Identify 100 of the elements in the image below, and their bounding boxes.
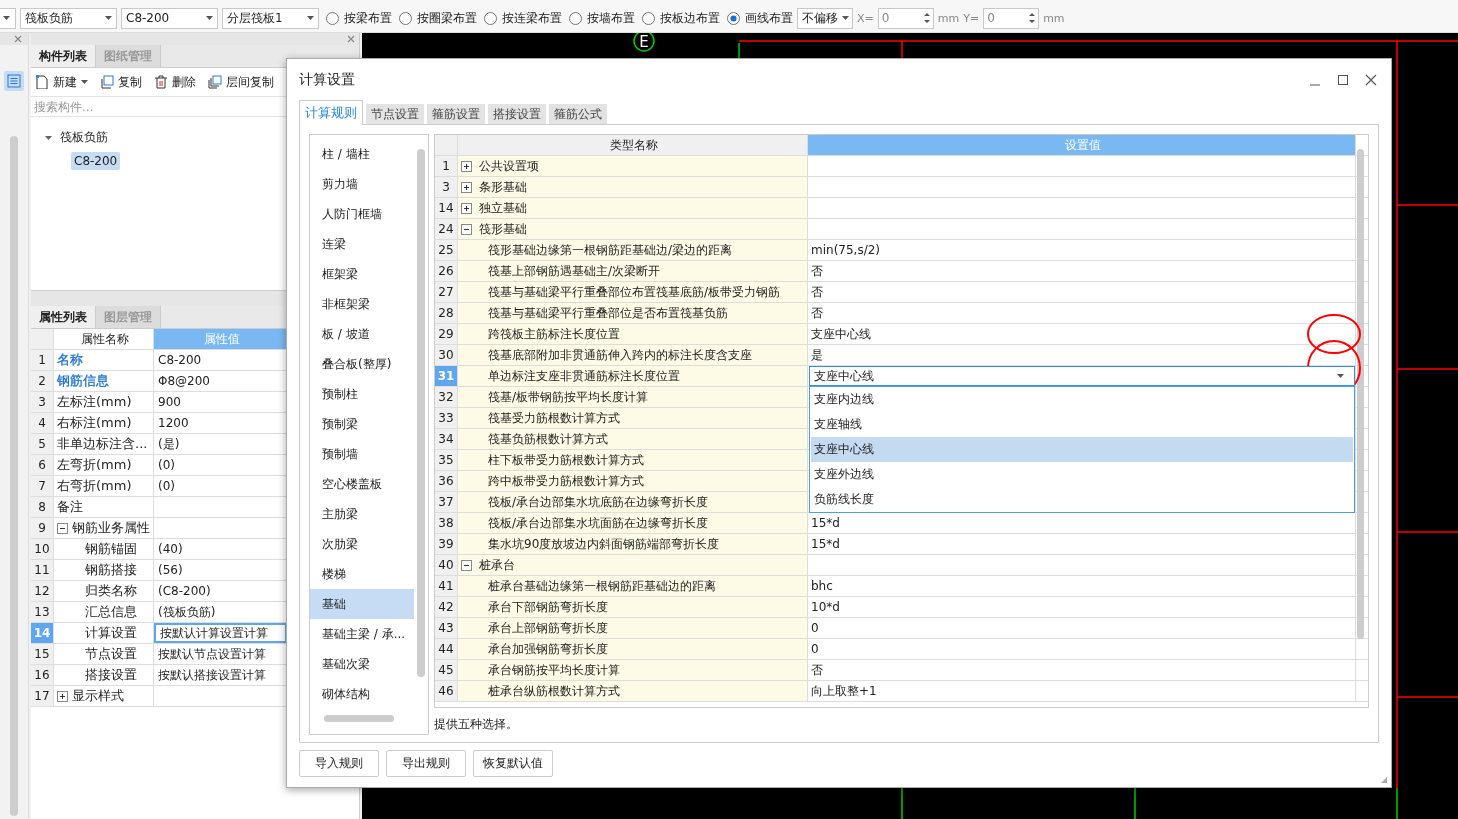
list-item[interactable]: 预制梁: [310, 409, 414, 439]
toolbar-button[interactable]: 新建: [35, 73, 88, 91]
collapse-icon[interactable]: [461, 223, 472, 235]
radio-button[interactable]: 按圈梁布置: [399, 9, 477, 27]
list-item[interactable]: 柱 / 墙柱: [310, 139, 414, 169]
collapse-icon[interactable]: [461, 559, 472, 571]
list-item[interactable]: 框架梁: [310, 259, 414, 289]
spin-icon[interactable]: [1029, 12, 1036, 24]
list-item[interactable]: 基础: [310, 589, 414, 619]
tab[interactable]: 节点设置: [366, 104, 424, 124]
row-number: 1: [435, 156, 458, 176]
caret-icon[interactable]: [45, 133, 52, 141]
button[interactable]: 导出规则: [386, 750, 466, 777]
button[interactable]: 导入规则: [299, 750, 379, 777]
list-item[interactable]: 板 / 坡道: [310, 319, 414, 349]
document-icon: [35, 75, 49, 89]
list-item[interactable]: 次肋梁: [310, 529, 414, 559]
caret-icon: [1337, 374, 1344, 378]
list-item[interactable]: 预制柱: [310, 379, 414, 409]
list-item[interactable]: 叠合板(整厚): [310, 349, 414, 379]
maximize-icon[interactable]: [1337, 74, 1349, 86]
property-name: 左标注(mm): [57, 393, 132, 411]
radio-button[interactable]: 按板边布置: [642, 9, 720, 27]
spin-icon[interactable]: [923, 12, 930, 24]
toolbar-button[interactable]: 层间复制: [208, 73, 274, 91]
group-name: 公共设置项: [479, 157, 539, 175]
toolbar-button[interactable]: 复制: [100, 73, 142, 91]
tab[interactable]: 箍筋公式: [549, 104, 607, 124]
radio-button[interactable]: 按连梁布置: [484, 9, 562, 27]
expand-icon[interactable]: [57, 690, 68, 702]
setting-name: 筏基受力筋根数计算方式: [488, 409, 620, 427]
setting-name: 筏板/承台边部集水坑面筋在边缘弯折长度: [488, 514, 709, 532]
scrollbar[interactable]: [417, 149, 425, 677]
menu-item[interactable]: 支座外边线: [811, 462, 1353, 487]
property-name: 钢筋锚固: [85, 540, 137, 558]
resize-grip-icon[interactable]: [1380, 776, 1388, 784]
tree-item[interactable]: 筏板负筋: [57, 126, 111, 148]
tab[interactable]: 构件列表: [31, 45, 96, 67]
dropdown[interactable]: 筏板负筋: [20, 7, 117, 29]
row-number: 30: [435, 345, 458, 365]
row-number: 34: [435, 429, 458, 449]
property-name: 计算设置: [85, 624, 137, 642]
list-item[interactable]: 预制墙: [310, 439, 414, 469]
list-icon[interactable]: [4, 71, 24, 91]
menu-item[interactable]: 支座内边线: [811, 387, 1353, 412]
setting-name: 筏基/板带钢筋按平均长度计算: [488, 388, 649, 406]
setting-value: 否: [811, 661, 823, 679]
column-header: 设置值: [808, 135, 1356, 155]
expand-icon[interactable]: [461, 160, 472, 172]
expand-icon[interactable]: [461, 202, 472, 214]
dropdown[interactable]: 支座中心线: [809, 366, 1355, 386]
scrollbar[interactable]: [324, 715, 394, 722]
close-icon[interactable]: [1365, 74, 1377, 86]
property-name: 显示样式: [72, 687, 124, 705]
tab[interactable]: 属性列表: [31, 306, 96, 328]
tree-item[interactable]: C8-200: [71, 152, 121, 170]
scrollbar[interactable]: [10, 136, 18, 816]
menu-item[interactable]: 支座轴线: [811, 412, 1353, 437]
property-name: 左弯折(mm): [57, 456, 132, 474]
tab[interactable]: 计算规则: [299, 100, 363, 125]
menu-item[interactable]: 支座中心线: [811, 437, 1353, 462]
list-item[interactable]: 楼梯: [310, 559, 414, 589]
setting-value: 0: [811, 621, 819, 635]
tab[interactable]: 搭接设置: [488, 104, 546, 124]
toolbar-button[interactable]: 删除: [154, 73, 196, 91]
row-number: 46: [435, 681, 458, 701]
list-item[interactable]: 基础主梁 / 承...: [310, 619, 414, 649]
menu-item[interactable]: 负筋线长度: [811, 487, 1353, 512]
setting-name: 筏基与基础梁平行重叠部位是否布置筏基负筋: [488, 304, 728, 322]
dropdown[interactable]: [0, 7, 16, 29]
list-item[interactable]: 连梁: [310, 229, 414, 259]
dropdown[interactable]: C8-200: [121, 7, 218, 29]
row-number: 38: [435, 513, 458, 533]
row-number: 11: [31, 560, 54, 580]
property-name: 归类名称: [85, 582, 137, 600]
radio-button[interactable]: 按梁布置: [326, 9, 392, 27]
button[interactable]: 恢复默认值: [473, 750, 553, 777]
scrollbar[interactable]: [1357, 149, 1364, 639]
radio-button[interactable]: 按墙布置: [569, 9, 635, 27]
tab[interactable]: 箍筋设置: [427, 104, 485, 124]
property-name: 节点设置: [85, 645, 137, 663]
setting-name: 承台钢筋按平均长度计算: [488, 661, 620, 679]
group-name: 筏形基础: [479, 220, 527, 238]
number-field[interactable]: 0: [877, 7, 934, 29]
list-item[interactable]: 基础次梁: [310, 649, 414, 679]
list-item[interactable]: 人防门框墙: [310, 199, 414, 229]
expand-icon[interactable]: [461, 181, 472, 193]
dropdown[interactable]: 分层筏板1: [222, 7, 319, 29]
number-field[interactable]: 0: [983, 7, 1040, 29]
setting-value: 向上取整+1: [811, 682, 877, 700]
list-item[interactable]: 非框架梁: [310, 289, 414, 319]
dropdown[interactable]: 不偏移: [797, 7, 853, 29]
radio-button[interactable]: 画线布置: [727, 9, 793, 27]
list-item[interactable]: 空心楼盖板: [310, 469, 414, 499]
value-field[interactable]: 按默认计算设置计算: [154, 623, 287, 643]
list-item[interactable]: 砌体结构: [310, 679, 414, 709]
list-item[interactable]: 剪力墙: [310, 169, 414, 199]
caret-icon: [307, 16, 314, 20]
collapse-icon[interactable]: [57, 522, 68, 534]
list-item[interactable]: 主肋梁: [310, 499, 414, 529]
